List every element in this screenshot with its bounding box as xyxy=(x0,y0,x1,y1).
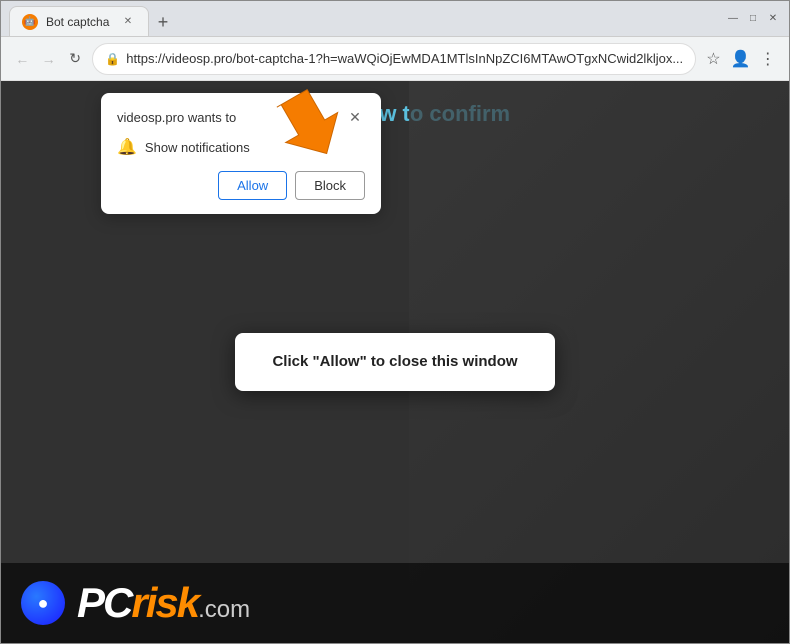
orange-arrow xyxy=(276,85,356,165)
captcha-box: Click "Allow" to close this window xyxy=(235,333,555,391)
title-bar: 🤖 Bot captcha ✕ + — □ ✕ xyxy=(1,1,789,37)
bell-icon: 🔔 xyxy=(117,137,137,157)
forward-button[interactable]: → xyxy=(39,45,57,73)
block-button[interactable]: Block xyxy=(295,171,365,200)
lock-icon: 🔒 xyxy=(105,52,120,66)
tab-area: 🤖 Bot captcha ✕ + xyxy=(9,1,721,36)
notification-label: Show notifications xyxy=(145,140,250,155)
popup-title: videosp.pro wants to xyxy=(117,110,236,125)
url-bar[interactable]: 🔒 https://videosp.pro/bot-captcha-1?h=wa… xyxy=(92,43,696,75)
maximize-button[interactable]: □ xyxy=(745,11,761,27)
profile-button[interactable]: 👤 xyxy=(731,45,751,73)
logo-ball: ● xyxy=(21,581,65,625)
captcha-message: Click "Allow" to close this window xyxy=(272,353,517,370)
minimize-button[interactable]: — xyxy=(725,11,741,27)
logo-com: .com xyxy=(198,596,250,623)
tab-close-button[interactable]: ✕ xyxy=(120,14,136,30)
menu-button[interactable]: ⋮ xyxy=(759,45,777,73)
new-tab-button[interactable]: + xyxy=(149,8,177,36)
close-button[interactable]: ✕ xyxy=(765,11,781,27)
bookmark-button[interactable]: ☆ xyxy=(704,45,722,73)
bottom-logo-bar: ● PCrisk.com xyxy=(1,563,789,643)
url-text: https://videosp.pro/bot-captcha-1?h=waWQ… xyxy=(126,51,683,66)
popup-buttons: Allow Block xyxy=(117,171,365,200)
pcrisk-logo: ● PCrisk.com xyxy=(21,579,250,627)
active-tab[interactable]: 🤖 Bot captcha ✕ xyxy=(9,6,149,36)
address-bar: ← → ↻ 🔒 https://videosp.pro/bot-captcha-… xyxy=(1,37,789,81)
page-content: Click Allow to confirm Click "Allow" to … xyxy=(1,81,789,643)
reload-button[interactable]: ↻ xyxy=(66,45,84,73)
tab-title: Bot captcha xyxy=(46,15,109,29)
logo-risk: risk xyxy=(131,579,198,626)
allow-button[interactable]: Allow xyxy=(218,171,287,200)
tab-favicon: 🤖 xyxy=(22,14,38,30)
back-button[interactable]: ← xyxy=(13,45,31,73)
logo-pc: PC xyxy=(77,579,131,626)
browser-window: 🤖 Bot captcha ✕ + — □ ✕ ← → ↻ 🔒 https://… xyxy=(0,0,790,644)
window-controls: — □ ✕ xyxy=(725,11,781,27)
logo-text: PCrisk.com xyxy=(77,579,250,627)
